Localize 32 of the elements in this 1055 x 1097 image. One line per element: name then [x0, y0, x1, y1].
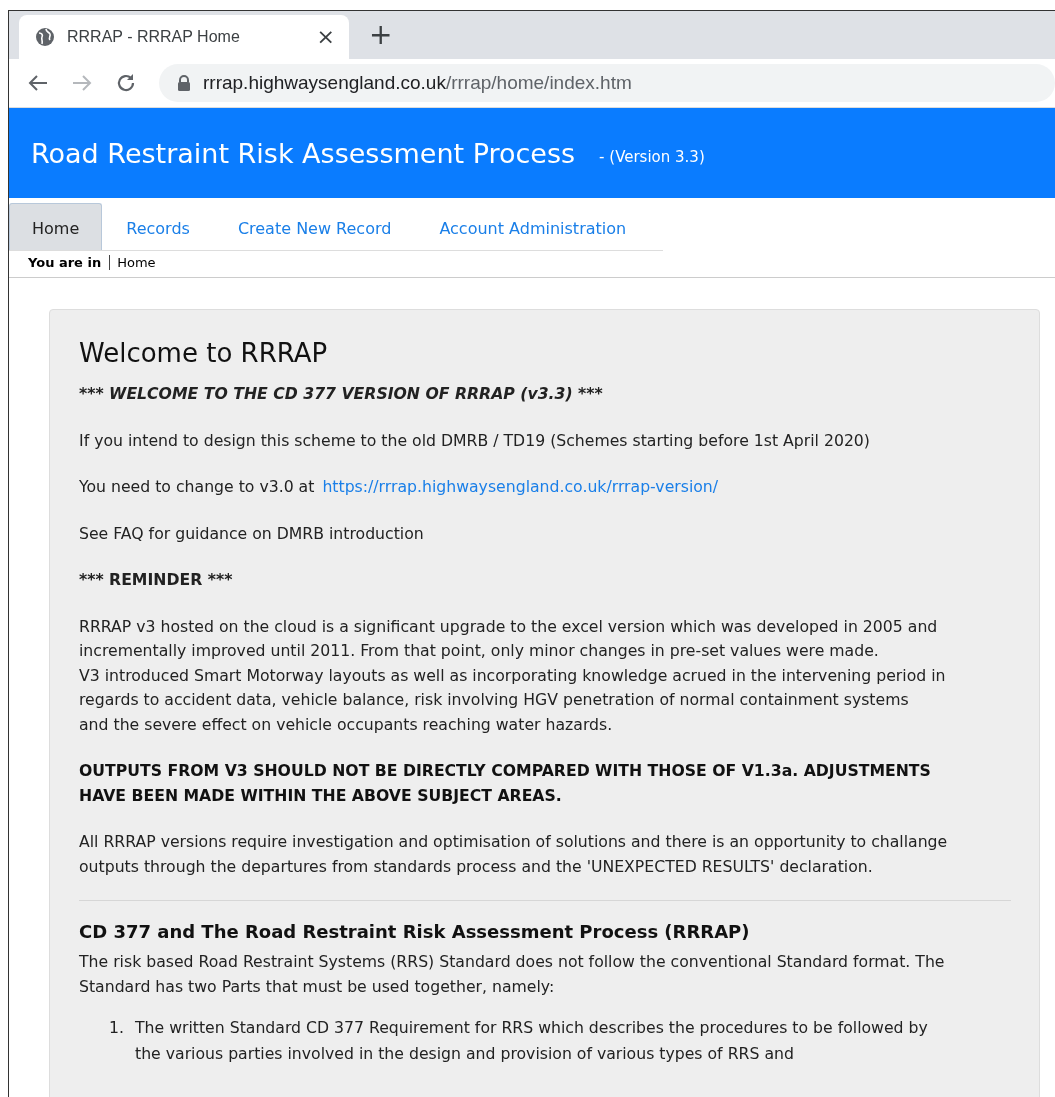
- tab-title: RRRAP - RRRAP Home: [67, 28, 241, 46]
- site-title: Road Restraint Risk Assessment Process: [31, 137, 576, 169]
- nav-tab[interactable]: Account Administration: [415, 207, 651, 250]
- paragraph: OUTPUTS FROM V3 SHOULD NOT BE DIRECTLY COMPARED WITH THOSE OF V1.3a. ADJUSTMENTS HAVE BEEN MADE WITHIN THE ABOVE SUBJECT AREAS.: [79, 760, 932, 807]
- paragraph: You need to change to v3.0 at: [79, 477, 315, 496]
- paragraph: All RRRAP versions require investigation and optimisation of solutions and there is an opportunity to challange outputs through the departures from standards process and the 'UNEXPECTED RESULTS' declaration.: [79, 831, 949, 878]
- nav-tab[interactable]: Records: [102, 207, 214, 250]
- paragraph: The risk based Road Restraint Systems (RRS) Standard does not follow the conventional Standard format. The Standard has two Parts that must be used together, namely:: [79, 951, 946, 998]
- list-number: 1.: [109, 1017, 125, 1039]
- panel-title: Welcome to RRRAP: [79, 338, 329, 368]
- breadcrumb-label: You are in: [28, 254, 111, 270]
- lock-icon: [177, 75, 191, 91]
- link[interactable]: https://rrrap.highwaysengland.co.uk/rrrap-version/: [322, 477, 719, 496]
- address-bar[interactable]: rrrap.highwaysengland.co.uk/rrrap/home/index.htm: [159, 64, 1055, 102]
- list-item-text: The written Standard CD 377 Requirement for RRS which describes the procedures to be followed by the various parties involved in the design and provision of various types of RRS and: [135, 1017, 928, 1065]
- back-icon[interactable]: [27, 73, 49, 93]
- new-tab-button[interactable]: +: [369, 21, 393, 49]
- paragraph: See FAQ for guidance on DMRB introduction: [79, 522, 425, 545]
- close-tab-button[interactable]: ×: [316, 26, 335, 48]
- reload-icon[interactable]: [115, 72, 137, 94]
- url-text: rrrap.highwaysengland.co.uk/rrrap/home/index.htm: [203, 72, 632, 94]
- nav-tab[interactable]: Home: [9, 203, 103, 250]
- breadcrumb-item[interactable]: Home: [110, 254, 156, 270]
- paragraph: RRRAP v3 hosted on the cloud is a significant upgrade to the excel version which was developed in 2005 and incrementally improved until 2011. From that point, only minor changes in pre-set values were made. V3 introduced Smart Motorway layouts as well as incorporating knowledge acrued in the intervening period in regards to accident data, vehicle balance, risk involving HGV penetration of normal containment systems and the severe effect on vehicle occupants reaching water hazards.: [79, 615, 947, 736]
- paragraph: *** WELCOME TO THE CD 377 VERSION OF RRRAP (v3.3) ***: [79, 383, 604, 405]
- paragraph: *** REMINDER ***: [79, 569, 234, 591]
- section-heading: CD 377 and The Road Restraint Risk Assessment Process (RRRAP): [79, 921, 751, 942]
- nav-tab[interactable]: Create New Record: [213, 207, 416, 250]
- version-label: - (Version 3.3): [599, 148, 705, 166]
- paragraph: If you intend to design this scheme to the old DMRB / TD19 (Schemes starting before 1st April 2020): [79, 429, 871, 452]
- globe-icon: [35, 27, 55, 47]
- browser-tab[interactable]: RRRAP - RRRAP Home ×: [19, 15, 349, 59]
